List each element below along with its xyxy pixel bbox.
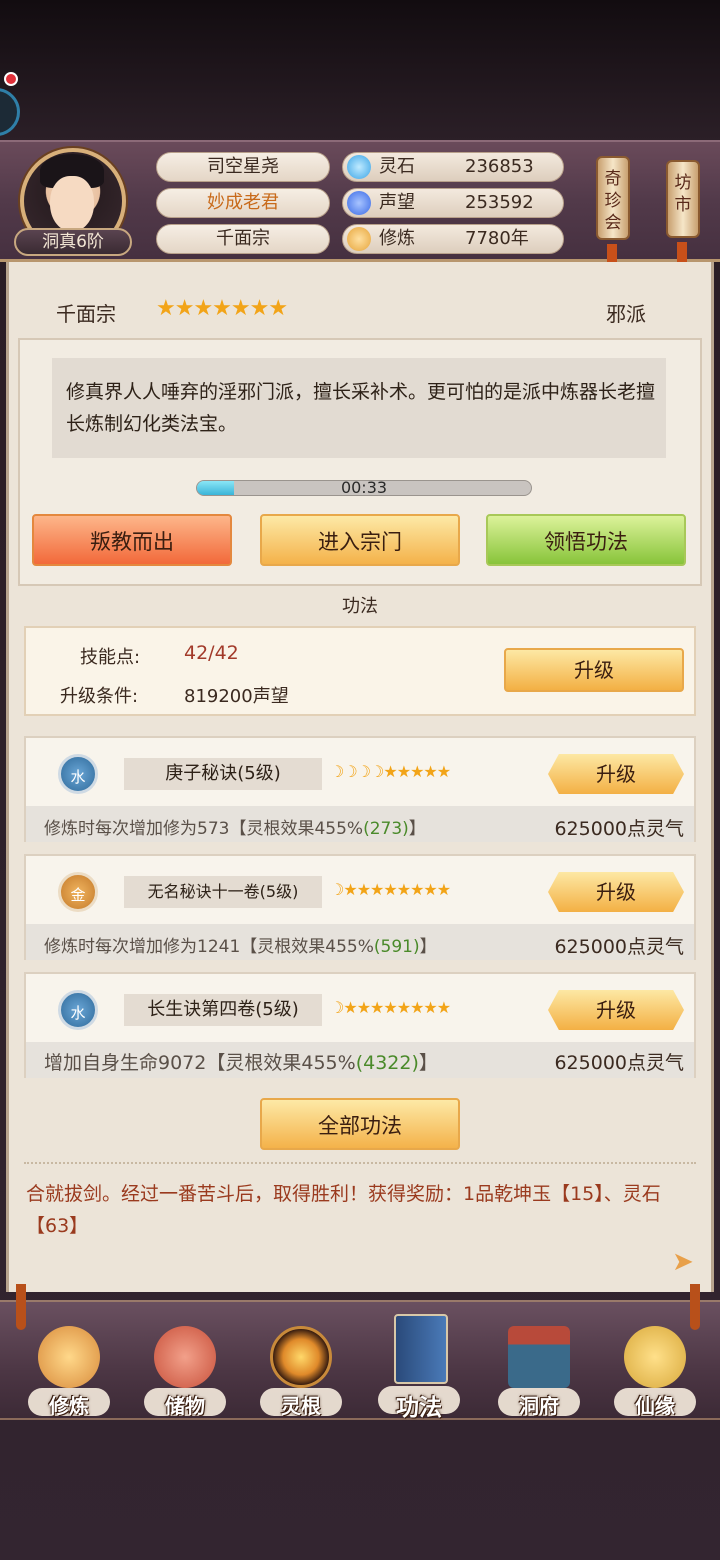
- nav-fate[interactable]: 仙缘: [600, 1318, 710, 1428]
- gongfa-rank-icons: ☽☽☽☽★★★★★: [330, 762, 451, 781]
- treasure-fair-label: 奇珍会: [604, 169, 622, 233]
- gongfa-name: 庚子秘诀(5级): [124, 758, 322, 790]
- player-sect: 千面宗: [156, 224, 330, 254]
- sect-stars: ★★★★★★★: [156, 296, 288, 321]
- nav-label: 储物: [165, 1394, 205, 1418]
- upgrade-condition-value: 819200声望: [184, 686, 289, 707]
- star-icons: ★★★★★: [383, 762, 451, 781]
- sect-description: 修真界人人唾弃的淫邪门派，擅长采补术。更可怕的是派中炼器长老擅长炼制幻化类法宝。: [66, 381, 656, 435]
- market-label: 坊市: [674, 173, 692, 215]
- gongfa-upgrade-button[interactable]: 升级: [548, 872, 684, 912]
- star-icons: ★★★★★★★★: [343, 998, 451, 1017]
- resource-label: 修炼: [379, 228, 415, 249]
- gourd-icon: [624, 1326, 686, 1388]
- moon-icons: ☽: [330, 880, 344, 899]
- resource-value: 236853: [465, 156, 534, 177]
- skill-points-label: 技能点:: [80, 647, 141, 668]
- market-button[interactable]: 坊市: [666, 160, 700, 238]
- rank-badge: 洞真6阶: [14, 228, 132, 256]
- water-element-icon: 水: [58, 754, 98, 794]
- reputation-icon: [347, 191, 371, 215]
- cave-dwelling-icon: [508, 1326, 570, 1388]
- nav-label: 洞府: [519, 1394, 559, 1418]
- water-element-icon: 水: [58, 990, 98, 1030]
- moon-icons: ☽☽☽☽: [330, 762, 384, 781]
- divider: [24, 1162, 696, 1166]
- gongfa-name: 长生诀第四卷(5级): [124, 994, 322, 1026]
- gongfa-cost: 625000点灵气: [554, 818, 684, 840]
- resource-cultivation: 修炼 7780年: [342, 224, 564, 254]
- battle-log: 合就拔剑。经过一番苦斗后，取得胜利！获得奖励：1品乾坤玉【15】、灵石【63】: [26, 1183, 661, 1237]
- resource-reputation: 声望 253592: [342, 188, 564, 218]
- moon-icons: ☽: [330, 998, 344, 1017]
- nav-gongfa[interactable]: 功法: [364, 1310, 474, 1421]
- spirit-stone-icon: [347, 155, 371, 179]
- spirit-root-icon: [270, 1326, 332, 1388]
- gongfa-effect: 修炼时每次增加修为1241【灵根效果455%(591)】: [44, 937, 437, 957]
- star-icons: ★★★★★★★★: [343, 880, 451, 899]
- all-gongfa-button[interactable]: 全部功法: [260, 1098, 460, 1150]
- nav-label: 修炼: [49, 1394, 89, 1418]
- resource-value: 253592: [465, 192, 534, 213]
- gongfa-rank-icons: ☽★★★★★★★★: [330, 880, 451, 899]
- sect-alignment: 邪派: [606, 302, 646, 326]
- gongfa-effect: 修炼时每次增加修为573【灵根效果455%(273)】: [44, 819, 426, 839]
- upgrade-skill-points-button[interactable]: 升级: [504, 648, 684, 692]
- nav-storage[interactable]: 储物: [130, 1318, 240, 1428]
- status-area: [0, 0, 720, 140]
- player-name: 司空星尧: [156, 152, 330, 182]
- gongfa-rank-icons: ☽★★★★★★★★: [330, 998, 451, 1017]
- skill-points-value: 42/42: [184, 642, 239, 664]
- resource-label: 声望: [379, 192, 415, 213]
- gongfa-upgrade-button[interactable]: 升级: [548, 990, 684, 1030]
- enter-sect-button[interactable]: 进入宗门: [260, 514, 460, 566]
- gongfa-upgrade-button[interactable]: 升级: [548, 754, 684, 794]
- nav-label: 灵根: [281, 1394, 321, 1418]
- notification-dot: [4, 72, 18, 86]
- player-title[interactable]: 妙成老君: [156, 188, 330, 218]
- progress-timer: 00:33: [340, 478, 388, 497]
- upgrade-condition-label: 升级条件:: [60, 686, 139, 707]
- gongfa-section-title: 功法: [342, 596, 378, 617]
- sect-name: 千面宗: [56, 302, 116, 326]
- nav-spirit-root[interactable]: 灵根: [246, 1318, 356, 1428]
- meditation-icon: [347, 227, 371, 251]
- gongfa-effect: 增加自身生命9072【灵根效果455%(4322)】: [44, 1052, 438, 1074]
- gongfa-cost: 625000点灵气: [554, 936, 684, 958]
- book-icon: [394, 1314, 448, 1384]
- avatar-face: [50, 176, 94, 232]
- metal-element-icon: 金: [58, 872, 98, 912]
- resource-value: 7780年: [465, 228, 529, 249]
- bag-icon: [154, 1326, 216, 1388]
- treasure-fair-button[interactable]: 奇珍会: [596, 156, 630, 240]
- gongfa-cost: 625000点灵气: [554, 1052, 684, 1074]
- resource-label: 灵石: [379, 156, 415, 177]
- gongfa-name: 无名秘诀十一卷(5级): [124, 876, 322, 908]
- next-arrow-icon[interactable]: ➤: [672, 1248, 702, 1276]
- resource-spirit-stone: 灵石 236853: [342, 152, 564, 182]
- leave-sect-button[interactable]: 叛教而出: [32, 514, 232, 566]
- nav-label: 仙缘: [635, 1394, 675, 1418]
- nav-label: 功法: [396, 1395, 442, 1421]
- nav-cultivate[interactable]: 修炼: [14, 1318, 124, 1428]
- nav-cave[interactable]: 洞府: [484, 1318, 594, 1428]
- learn-technique-button[interactable]: 领悟功法: [486, 514, 686, 566]
- meditation-icon: [38, 1326, 100, 1388]
